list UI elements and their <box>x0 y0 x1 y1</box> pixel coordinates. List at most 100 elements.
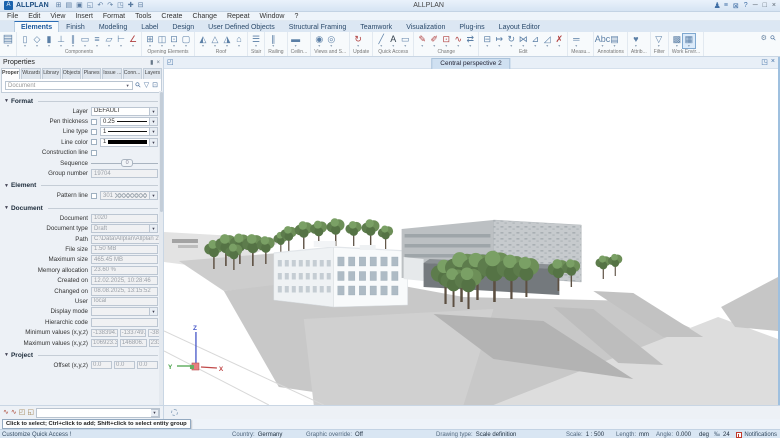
section-element[interactable]: ▼Element <box>4 182 158 190</box>
match-select-icon[interactable]: ∿ <box>3 407 9 419</box>
filter-icon[interactable]: ▽▾ <box>653 34 665 48</box>
ceiling-icon[interactable]: ▬▾ <box>290 34 302 48</box>
downstand-icon[interactable]: ⊢▾ <box>115 34 127 48</box>
apply-icon[interactable]: ⊡ <box>152 81 158 90</box>
panel-tab-propert[interactable]: Propert... <box>1 68 20 79</box>
work-environment-icon[interactable]: ▦▾ <box>683 34 695 48</box>
upstand-icon[interactable]: ◇▾ <box>31 34 43 48</box>
match-add-icon[interactable]: ∿ <box>11 407 17 419</box>
section-project[interactable]: ▼Project <box>4 351 158 359</box>
undo-icon[interactable]: ↶ <box>97 1 103 11</box>
open-file-icon[interactable]: ▤ <box>66 1 73 11</box>
menu-tools[interactable]: Tools <box>130 12 156 21</box>
align-icon[interactable]: ⊿▾ <box>529 34 541 48</box>
pen-thickness-field[interactable]: 0.25 <box>100 117 150 126</box>
menu-edit[interactable]: Edit <box>23 12 45 21</box>
menu-format[interactable]: Format <box>98 12 130 21</box>
reference-plane-icon[interactable]: ▩▾ <box>671 34 683 48</box>
chevron-down-icon[interactable]: ▼ <box>150 138 158 147</box>
construction-line-checkbox[interactable] <box>91 150 97 156</box>
grid-icon[interactable]: ⊞ <box>56 1 62 11</box>
pin-icon[interactable]: ▮ <box>150 59 153 66</box>
status-graphic-override[interactable]: Graphic override:Off <box>306 431 363 438</box>
chevron-down-icon[interactable]: ▼ <box>150 127 158 136</box>
niche-icon[interactable]: ◫▾ <box>156 34 168 48</box>
dialog-combo-input[interactable]: ▼ <box>36 408 160 418</box>
chamfer-icon[interactable]: ∠▾ <box>127 34 139 48</box>
notifications[interactable]: Notifications <box>736 431 777 438</box>
tab-user-defined-objects[interactable]: User Defined Objects <box>201 21 282 32</box>
roof-covering-icon[interactable]: ◮▾ <box>221 34 233 48</box>
chevron-down-icon[interactable]: ▼ <box>150 107 158 116</box>
foundation-icon[interactable]: ⊥▾ <box>55 34 67 48</box>
section-format[interactable]: ▼Format <box>4 97 158 105</box>
dormer-icon[interactable]: ⌂▾ <box>233 34 245 48</box>
boxes-icon[interactable]: ⊟ <box>138 1 144 11</box>
status-country[interactable]: Country:Germany <box>232 431 282 438</box>
tab-design[interactable]: Design <box>165 21 201 32</box>
pen-thickness-checkbox[interactable] <box>91 119 97 125</box>
menu-insert[interactable]: Insert <box>70 12 98 21</box>
stair-icon[interactable]: ☰▾ <box>250 34 262 48</box>
close-viewport-icon[interactable]: × <box>771 58 775 66</box>
status-drawing-type[interactable]: Drawing type:Scale definition <box>436 431 516 438</box>
menu-change[interactable]: Change <box>187 12 222 21</box>
panel-tab-planes[interactable]: Planes <box>82 68 101 79</box>
stretch-entities-icon[interactable]: ⇄▾ <box>464 34 476 48</box>
chevron-down-icon[interactable]: ▼ <box>126 83 130 88</box>
mirror-icon[interactable]: ⋈▾ <box>517 34 529 48</box>
line-color-checkbox[interactable] <box>91 139 97 145</box>
window-icon[interactable]: ⊞▾ <box>144 34 156 48</box>
roof-plane-icon[interactable]: ◭▾ <box>197 34 209 48</box>
resize-icon[interactable]: ◿▾ <box>541 34 553 48</box>
customize-quick-access[interactable]: Customize Quick Access ! <box>2 431 71 438</box>
panel-scrollbar[interactable] <box>159 91 163 405</box>
strip-foundation-icon[interactable]: ≡▾ <box>91 34 103 48</box>
clipboard-up-icon[interactable]: ◰ <box>19 407 26 419</box>
menu-create[interactable]: Create <box>156 12 187 21</box>
delete-icon[interactable]: ✗▾ <box>553 34 565 48</box>
search-input[interactable]: Document ▼ <box>5 81 133 90</box>
copy-doc-icon[interactable]: ◱ <box>87 1 94 11</box>
status-scale[interactable]: Scale:1 : 500 <box>566 431 604 438</box>
slab-icon[interactable]: ▱▾ <box>103 34 115 48</box>
clipboard-icon[interactable]: ◱ <box>27 407 34 419</box>
chevron-down-icon[interactable]: ▼ <box>151 409 159 417</box>
menu-view[interactable]: View <box>45 12 70 21</box>
window-new-icon[interactable]: ◳ <box>117 1 124 11</box>
pin-icon[interactable]: ✐▾ <box>428 34 440 48</box>
fence-icon[interactable]: ▭▾ <box>399 34 411 48</box>
list-icon[interactable]: ≡ <box>724 2 728 9</box>
search-icon[interactable]: ⚲ <box>133 81 143 91</box>
tab-visualization[interactable]: Visualization <box>399 21 452 32</box>
help-icon[interactable]: ? <box>744 2 748 9</box>
status-[interactable]: ‰24 <box>714 431 730 438</box>
redo-icon[interactable]: ↷ <box>107 1 113 11</box>
menu-file[interactable]: File <box>2 12 23 21</box>
layer-field[interactable]: DEFAULT <box>91 107 150 116</box>
filter-icon[interactable]: ▽ <box>144 81 149 90</box>
gear-icon[interactable]: ⚙ <box>761 34 767 43</box>
building-icon[interactable]: ▤▾ <box>2 34 14 48</box>
viewport-grid-icon[interactable]: ◰ <box>167 58 174 66</box>
panel-tab-wizards[interactable]: Wizards <box>21 68 40 79</box>
panel-tab-issue[interactable]: Issue ... <box>102 68 121 79</box>
view-icon[interactable]: ◉▾ <box>313 34 325 48</box>
line-icon[interactable]: ╱▾ <box>375 34 387 48</box>
status-length[interactable]: Length:mm <box>616 431 649 438</box>
tab-teamwork[interactable]: Teamwork <box>353 21 399 32</box>
rotate-icon[interactable]: ↻▾ <box>505 34 517 48</box>
line-color-field[interactable]: 1 <box>100 138 150 147</box>
edit-points-icon[interactable]: ⊡▾ <box>440 34 452 48</box>
3d-canvas[interactable]: Z Y X <box>164 69 778 405</box>
search-icon[interactable]: ⚲ <box>768 34 778 44</box>
tab-plug-ins[interactable]: Plug-ins <box>452 21 491 32</box>
attributes-icon[interactable]: ♥▾ <box>630 34 642 48</box>
float-viewport-icon[interactable]: ◳ <box>761 58 768 66</box>
wall-icon[interactable]: ▯▾ <box>19 34 31 48</box>
tab-layout-editor[interactable]: Layout Editor <box>492 21 547 32</box>
menu-window[interactable]: Window <box>255 12 290 21</box>
railing-icon[interactable]: ∥▾ <box>267 34 279 48</box>
opening-icon[interactable]: ▢▾ <box>180 34 192 48</box>
line-type-field[interactable]: 1 <box>100 127 150 136</box>
